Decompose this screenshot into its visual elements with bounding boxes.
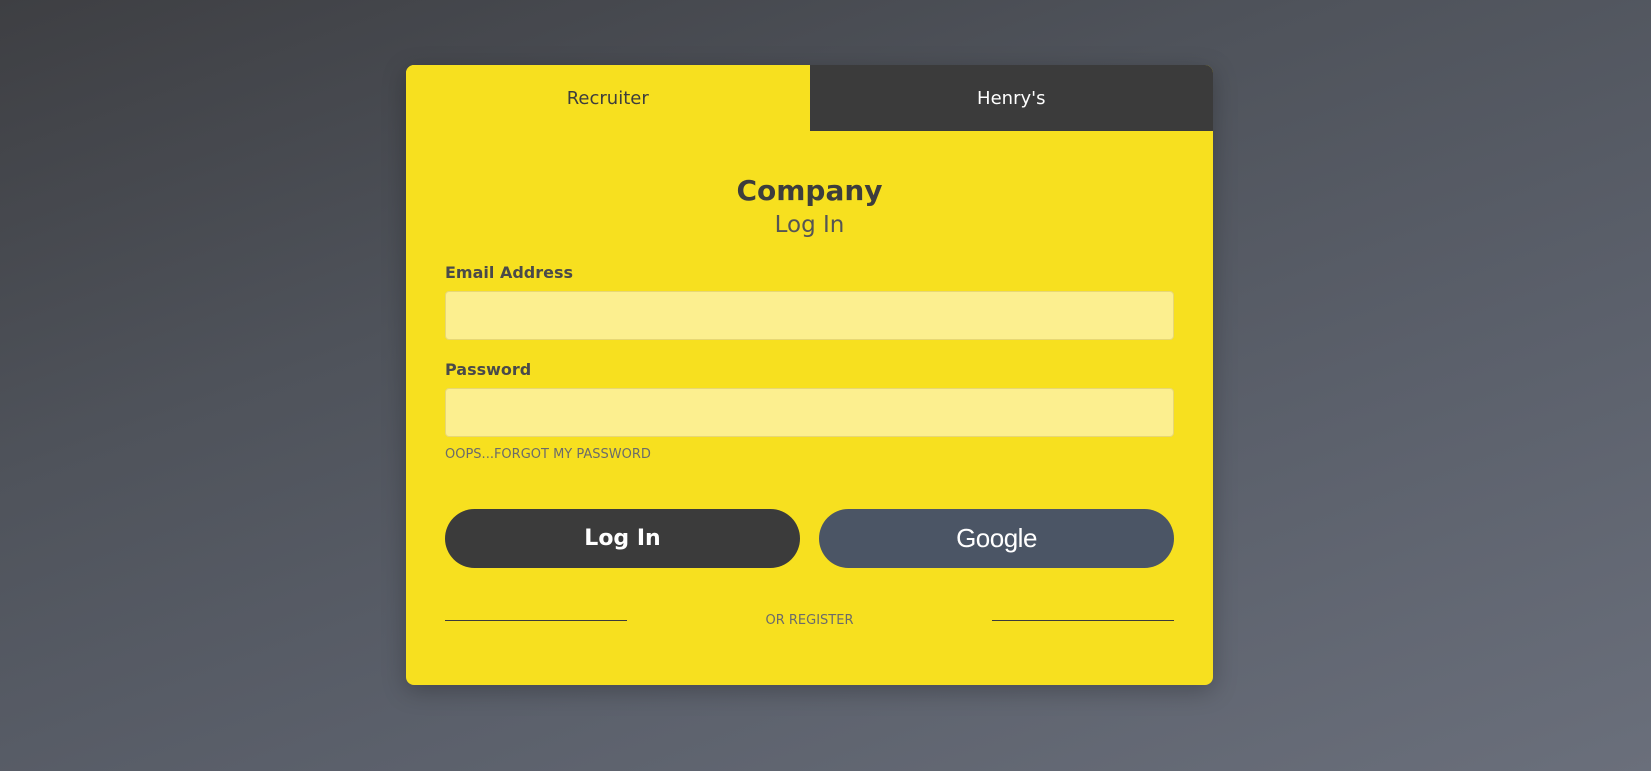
register-link[interactable]: OR REGISTER: [627, 613, 992, 628]
register-divider: OR REGISTER: [445, 613, 1174, 628]
login-button[interactable]: Log In: [445, 509, 800, 568]
page-title: Company: [736, 174, 883, 207]
tab-recruiter[interactable]: Recruiter: [406, 65, 810, 131]
tab-henrys[interactable]: Henry's: [809, 65, 1213, 131]
email-label: Email Address: [445, 263, 574, 282]
tab-bar: Recruiter Henry's: [406, 65, 1213, 131]
page-subtitle: Log In: [774, 212, 845, 238]
password-field[interactable]: [445, 388, 1174, 437]
forgot-password-link[interactable]: OOPS...FORGOT MY PASSWORD: [445, 447, 651, 462]
divider-line-right: [992, 620, 1174, 621]
form-body: Company Log In Email Address Password OO…: [406, 173, 1213, 628]
login-card: Recruiter Henry's Company Log In Email A…: [406, 65, 1213, 685]
divider-line-left: [445, 620, 627, 621]
email-field[interactable]: [445, 291, 1174, 340]
form-heading: Company Log In: [445, 173, 1174, 241]
google-login-button[interactable]: Google: [819, 509, 1174, 568]
action-buttons: Log In Google: [445, 509, 1174, 568]
password-label: Password: [445, 360, 532, 379]
